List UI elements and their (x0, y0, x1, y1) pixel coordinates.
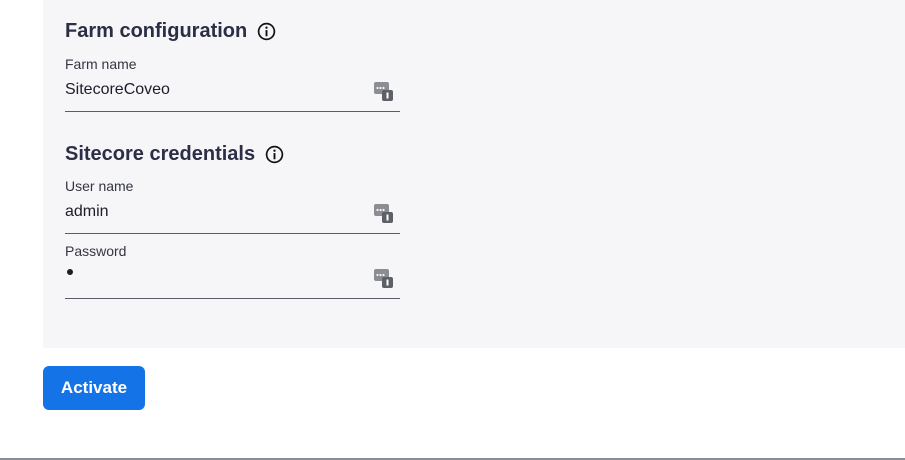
password-label: Password (65, 243, 127, 259)
farm-configuration-title: Farm configuration (65, 20, 248, 42)
user-name-field[interactable] (65, 196, 400, 234)
farm-name-field[interactable] (65, 74, 400, 112)
farm-name-label: Farm name (65, 56, 137, 72)
password-manager-icon[interactable] (374, 81, 394, 101)
password-mask-dot[interactable] (67, 269, 73, 275)
password-field[interactable] (65, 261, 400, 299)
activate-button[interactable]: Activate (43, 366, 145, 410)
password-manager-icon[interactable] (374, 268, 394, 288)
password-manager-icon[interactable] (374, 203, 394, 223)
user-name-label: User name (65, 178, 134, 194)
info-icon[interactable] (265, 145, 284, 164)
sitecore-credentials-title: Sitecore credentials (65, 143, 256, 165)
info-icon[interactable] (257, 22, 276, 41)
farm-name-input[interactable] (65, 78, 365, 102)
sitecore-credentials-heading: Sitecore credentials (65, 143, 284, 166)
settings-panel: Farm configuration Farm name Sitecore cr… (43, 0, 905, 348)
farm-configuration-heading: Farm configuration (65, 20, 276, 43)
user-name-input[interactable] (65, 200, 365, 224)
